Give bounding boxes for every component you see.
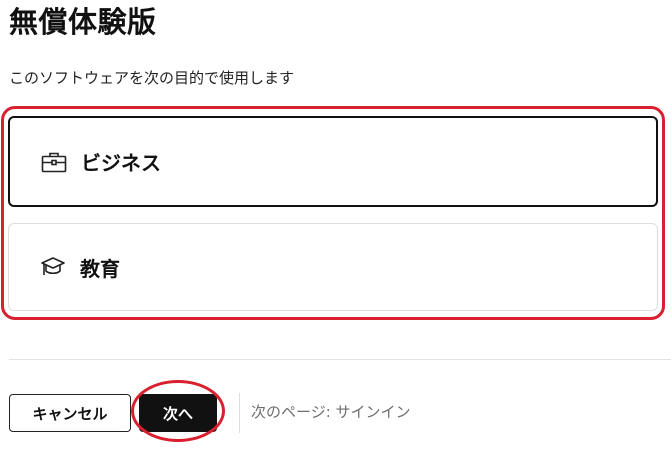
page-title: 無償体験版	[9, 5, 157, 39]
briefcase-icon	[40, 150, 68, 174]
trial-dialog: 無償体験版 このソフトウェアを次の目的で使用します ビジネス 教育 キャンセル …	[0, 0, 671, 452]
option-business[interactable]: ビジネス	[8, 116, 658, 207]
footer-divider	[9, 359, 671, 360]
next-button[interactable]: 次へ	[139, 394, 217, 432]
graduation-cap-icon	[39, 255, 67, 279]
cancel-button[interactable]: キャンセル	[9, 394, 131, 432]
page-subtitle: このソフトウェアを次の目的で使用します	[9, 69, 295, 87]
option-business-label: ビジネス	[81, 151, 161, 175]
option-education[interactable]: 教育	[8, 223, 658, 311]
footer-separator	[239, 393, 240, 433]
option-education-label: 教育	[80, 256, 120, 281]
next-page-hint: 次のページ: サインイン	[251, 403, 411, 421]
